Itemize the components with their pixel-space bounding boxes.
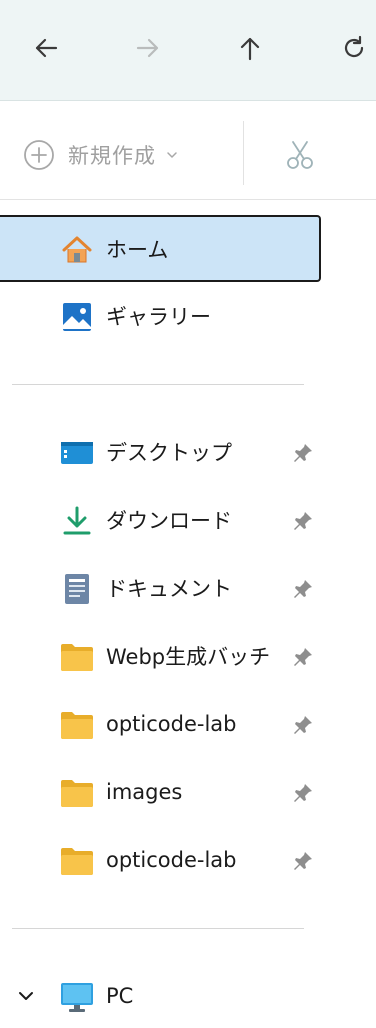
- title-bar: [0, 0, 376, 101]
- forward-button[interactable]: [128, 28, 168, 68]
- refresh-icon: [344, 35, 364, 58]
- cut-button[interactable]: [280, 135, 320, 175]
- sidebar-item-folder[interactable]: images: [0, 760, 320, 824]
- monitor-icon: [60, 980, 94, 1014]
- sidebar-item-label: opticode-lab: [106, 848, 237, 872]
- new-button-label: 新規作成: [68, 144, 156, 168]
- pin-icon[interactable]: [290, 712, 316, 738]
- folder-icon: [60, 708, 94, 742]
- arrow-left-icon: [35, 38, 58, 58]
- pin-icon[interactable]: [290, 508, 316, 534]
- new-button[interactable]: 新規作成: [22, 135, 178, 175]
- sidebar-item-desktop[interactable]: デスクトップ: [0, 420, 320, 484]
- sidebar-item-label: opticode-lab: [106, 712, 237, 736]
- back-button[interactable]: [26, 28, 66, 68]
- scissors-icon: [287, 141, 313, 169]
- folder-icon: [60, 776, 94, 810]
- sidebar-item-downloads[interactable]: ダウンロード: [0, 488, 320, 552]
- gallery-icon: [60, 300, 94, 334]
- sidebar-divider: [12, 928, 304, 929]
- command-bar: 新規作成: [0, 101, 376, 200]
- pin-icon[interactable]: [290, 780, 316, 806]
- sidebar-item-label: PC: [106, 984, 134, 1008]
- sidebar-item-folder[interactable]: opticode-lab: [0, 692, 320, 756]
- sidebar-item-gallery[interactable]: ギャラリー: [0, 284, 320, 348]
- plus-circle-icon: [24, 140, 54, 170]
- toolbar-separator: [243, 121, 244, 185]
- sidebar-divider: [12, 384, 304, 385]
- sidebar-item-home[interactable]: ホーム: [0, 215, 321, 282]
- pin-icon[interactable]: [290, 440, 316, 466]
- download-icon: [60, 504, 94, 538]
- sidebar-item-pc[interactable]: PC: [0, 964, 320, 1028]
- folder-icon: [60, 844, 94, 878]
- sidebar-item-label: ホーム: [106, 237, 169, 262]
- sidebar-item-label: ダウンロード: [106, 509, 232, 533]
- folder-icon: [60, 640, 94, 674]
- sidebar-item-label: ギャラリー: [106, 305, 211, 329]
- pin-icon[interactable]: [290, 576, 316, 602]
- sidebar-item-label: デスクトップ: [106, 441, 232, 465]
- up-button[interactable]: [230, 28, 270, 68]
- pin-icon[interactable]: [290, 644, 316, 670]
- sidebar-item-label: images: [106, 780, 183, 804]
- sidebar-item-folder[interactable]: Webp生成バッチ: [0, 624, 320, 688]
- document-icon: [60, 572, 94, 606]
- home-icon: [60, 233, 94, 267]
- arrow-right-icon: [136, 38, 159, 58]
- sidebar-item-label: ドキュメント: [106, 577, 232, 601]
- chevron-down-icon: [167, 152, 177, 158]
- sidebar-item-documents[interactable]: ドキュメント: [0, 556, 320, 620]
- desktop-icon: [60, 436, 94, 470]
- refresh-button[interactable]: [334, 28, 374, 68]
- arrow-up-icon: [240, 37, 260, 61]
- pin-icon[interactable]: [290, 848, 316, 874]
- sidebar-item-folder[interactable]: opticode-lab: [0, 828, 320, 892]
- scrollbar-track[interactable]: [332, 200, 376, 1024]
- sidebar-item-label: Webp生成バッチ: [106, 645, 271, 669]
